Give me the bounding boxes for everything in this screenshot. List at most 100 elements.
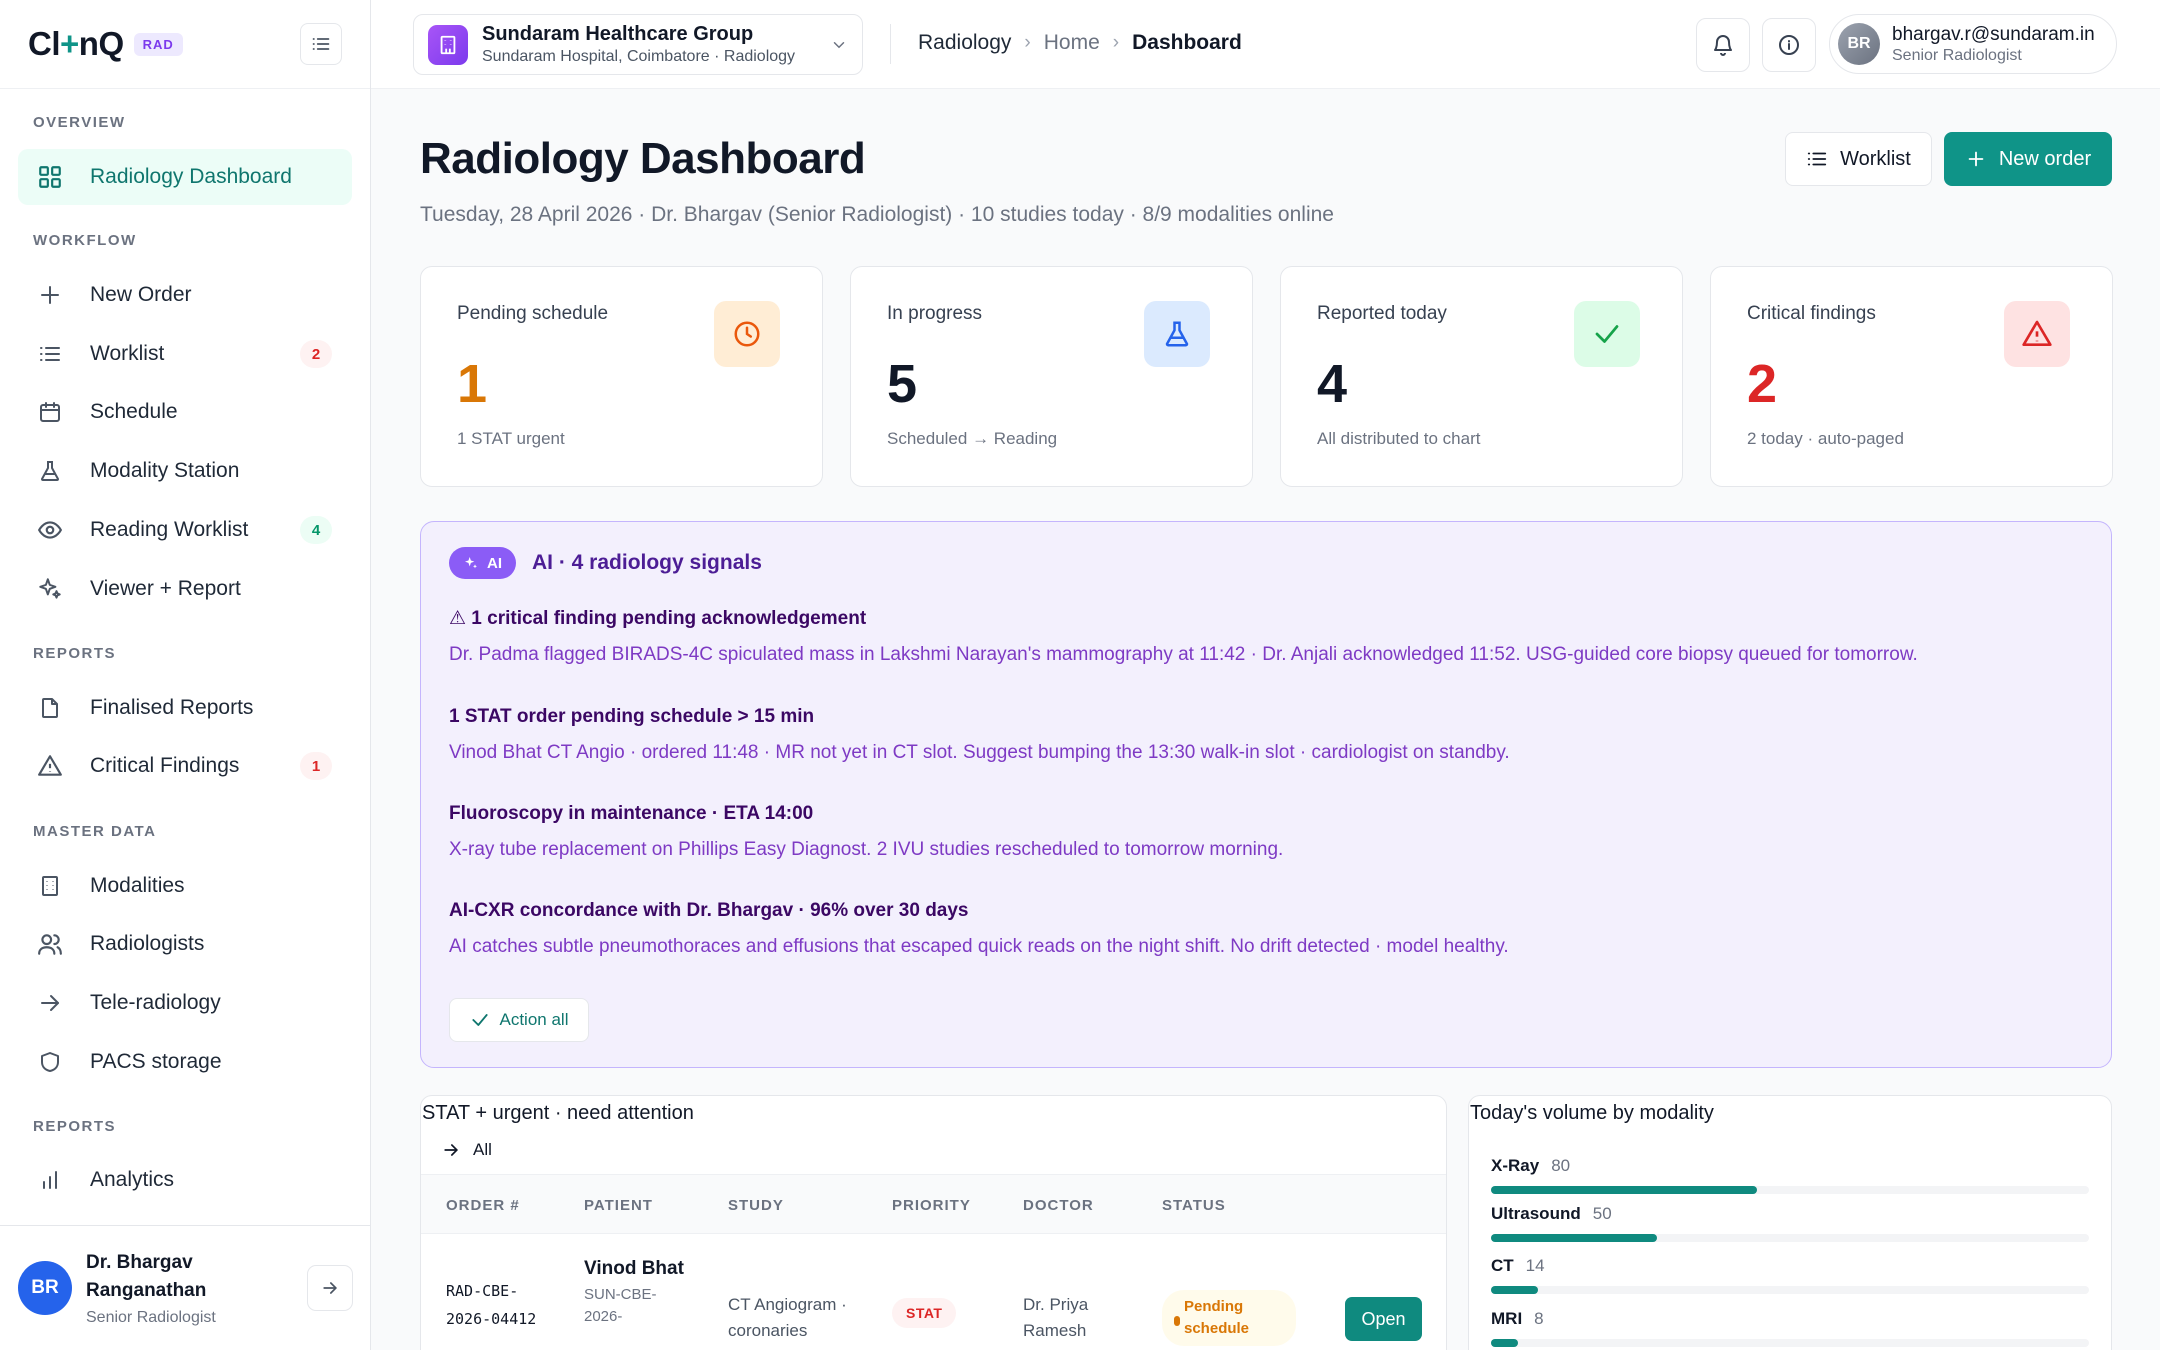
info-button[interactable] xyxy=(1762,18,1816,72)
ai-signal[interactable]: 1 STAT order pending schedule > 15 min V… xyxy=(449,706,2089,764)
section-label-workflow: WORKFLOW xyxy=(33,232,137,249)
check-icon xyxy=(471,1014,488,1026)
sidebar-item-label: Analytics xyxy=(90,1168,175,1191)
stat-card-critical-findings[interactable]: Critical findings 2 2 today · auto-paged xyxy=(1710,266,2113,487)
user-email: bhargav.r@sundaram.in xyxy=(1892,23,2095,45)
chevron-right-icon: › xyxy=(1112,32,1120,53)
menu-list-icon xyxy=(312,38,330,50)
alert-triangle-icon xyxy=(2004,301,2070,367)
sidebar-item-radiologists[interactable]: Radiologists xyxy=(18,916,352,972)
sidebar-item-modality-station[interactable]: Modality Station xyxy=(18,443,352,499)
modality-value: 8 xyxy=(1534,1309,1544,1328)
modality-label: X-Ray xyxy=(1491,1156,1540,1175)
building-icon xyxy=(428,24,468,65)
sidebar-item-label: Tele-radiology xyxy=(90,991,221,1014)
sidebar-item-modalities[interactable]: Modalities xyxy=(18,858,352,914)
check-icon xyxy=(1574,301,1640,367)
sidebar-item-analytics[interactable]: Analytics xyxy=(18,1152,352,1208)
plus-icon xyxy=(36,281,64,309)
stat-label: Reported today xyxy=(1317,303,1447,324)
sidebar-user-switch-button[interactable] xyxy=(307,1265,353,1311)
sidebar-user-name: Dr. Bhargav Ranganathan xyxy=(86,1252,207,1301)
sidebar-item-new-order[interactable]: New Order xyxy=(18,267,352,323)
action-all-button[interactable]: Action all xyxy=(449,998,589,1042)
ai-signal-title: 1 STAT order pending schedule > 15 min xyxy=(449,706,815,727)
sidebar-item-tele-radiology[interactable]: Tele-radiology xyxy=(18,975,352,1031)
column-header-study[interactable]: STUDY xyxy=(728,1197,784,1214)
volume-bar-fill xyxy=(1491,1186,1757,1194)
sidebar-item-schedule[interactable]: Schedule xyxy=(18,384,352,440)
column-header-status[interactable]: STATUS xyxy=(1162,1197,1226,1214)
arrow-right-icon xyxy=(323,1282,337,1294)
sidebar-item-label: Viewer + Report xyxy=(90,577,241,600)
plus-icon xyxy=(1968,151,1984,167)
worklist-button[interactable]: Worklist xyxy=(1785,132,1932,186)
open-order-button[interactable]: Open xyxy=(1345,1297,1422,1341)
critical-count-badge: 1 xyxy=(300,752,332,780)
stat-note: 2 today · auto-paged xyxy=(1747,429,1904,448)
volume-bar-track xyxy=(1491,1234,2089,1242)
sidebar-item-worklist[interactable]: Worklist 2 xyxy=(18,326,352,382)
ai-signal-body: X-ray tube replacement on Phillips Easy … xyxy=(449,839,1284,860)
stat-value: 2 xyxy=(1747,354,1778,414)
table-header: ORDER # PATIENT STUDY PRIORITY DOCTOR ST… xyxy=(421,1174,1446,1234)
sidebar-item-critical-findings[interactable]: Critical Findings 1 xyxy=(18,738,352,794)
ai-signal[interactable]: Fluoroscopy in maintenance · ETA 14:00 X… xyxy=(449,803,2089,861)
modality-value: 80 xyxy=(1551,1156,1571,1175)
stat-card-pending-schedule[interactable]: Pending schedule 1 1 STAT urgent xyxy=(420,266,823,487)
sparkles-icon xyxy=(36,575,64,603)
new-order-button[interactable]: New order xyxy=(1944,132,2112,186)
user-role: Senior Radiologist xyxy=(1892,46,2022,64)
sidebar-item-viewer-report[interactable]: Viewer + Report xyxy=(18,561,352,617)
ai-signal-body: Dr. Padma flagged BIRADS-4C spiculated m… xyxy=(449,644,1918,665)
arrow-right-icon xyxy=(36,989,64,1017)
file-icon xyxy=(36,694,64,722)
ai-signal[interactable]: AI-CXR concordance with Dr. Bhargav · 96… xyxy=(449,900,2089,958)
sidebar-item-label: Modalities xyxy=(90,874,185,897)
org-selector[interactable]: Sundaram Healthcare Group Sundaram Hospi… xyxy=(413,14,863,75)
list-icon xyxy=(36,340,64,368)
order-number: RAD-CBE-2026-04412 xyxy=(446,1282,537,1328)
ai-signal-body: AI catches subtle pneumothoraces and eff… xyxy=(449,936,1509,957)
sidebar-item-label: Critical Findings xyxy=(90,754,240,777)
ai-signals-panel: AI AI · 4 radiology signals ⚠ 1 critical… xyxy=(420,521,2112,1068)
patient-name: Vinod Bhat xyxy=(584,1258,684,1279)
sidebar-item-finalised-reports[interactable]: Finalised Reports xyxy=(18,680,352,736)
list-icon xyxy=(1807,152,1827,166)
bar-chart-icon xyxy=(36,1166,64,1194)
sidebar-item-label: Reading Worklist xyxy=(90,518,249,541)
stat-value: 4 xyxy=(1317,354,1348,414)
stat-label: In progress xyxy=(887,303,983,324)
stat-card-in-progress[interactable]: In progress 5 Scheduled → Reading xyxy=(850,266,1253,487)
ai-signal[interactable]: ⚠ 1 critical finding pending acknowledge… xyxy=(449,607,2089,666)
study-name: CT Angiogram · coronaries xyxy=(728,1295,847,1340)
sidebar-collapse-button[interactable] xyxy=(300,23,342,65)
app-logo[interactable]: Cl+nQ xyxy=(28,25,124,63)
view-all-link[interactable]: All xyxy=(441,1140,492,1160)
volume-bar-track xyxy=(1491,1286,2089,1294)
breadcrumb-home[interactable]: Home xyxy=(1044,31,1100,55)
volume-row: CT 14 xyxy=(1491,1256,2089,1294)
priority-badge: STAT xyxy=(892,1298,957,1328)
column-header-order[interactable]: ORDER # xyxy=(446,1197,520,1214)
modality-label: Ultrasound xyxy=(1491,1204,1581,1223)
sidebar-item-pacs-storage[interactable]: PACS storage xyxy=(18,1034,352,1090)
column-header-patient[interactable]: PATIENT xyxy=(584,1197,653,1214)
stat-card-reported-today[interactable]: Reported today 4 All distributed to char… xyxy=(1280,266,1683,487)
org-subtitle: Sundaram Hospital, Coimbatore · Radiolog… xyxy=(482,48,796,65)
sidebar-item-label: Finalised Reports xyxy=(90,696,254,719)
user-menu[interactable]: BR bhargav.r@sundaram.in Senior Radiolog… xyxy=(1829,14,2117,74)
column-header-doctor[interactable]: DOCTOR xyxy=(1023,1197,1094,1214)
grid-icon xyxy=(36,163,64,191)
clock-icon xyxy=(714,301,780,367)
notifications-button[interactable] xyxy=(1696,18,1750,72)
modality-value: 14 xyxy=(1525,1256,1545,1275)
breadcrumb-radiology[interactable]: Radiology xyxy=(918,31,1011,55)
volume-bar-fill xyxy=(1491,1234,1658,1242)
worklist-count-badge: 2 xyxy=(300,340,332,368)
volume-row: MRI 8 xyxy=(1491,1309,2089,1347)
column-header-priority[interactable]: PRIORITY xyxy=(892,1197,971,1214)
calendar-icon xyxy=(36,398,64,426)
sidebar-item-radiology-dashboard[interactable]: Radiology Dashboard xyxy=(18,149,352,205)
sidebar-item-reading-worklist[interactable]: Reading Worklist 4 xyxy=(18,502,352,558)
